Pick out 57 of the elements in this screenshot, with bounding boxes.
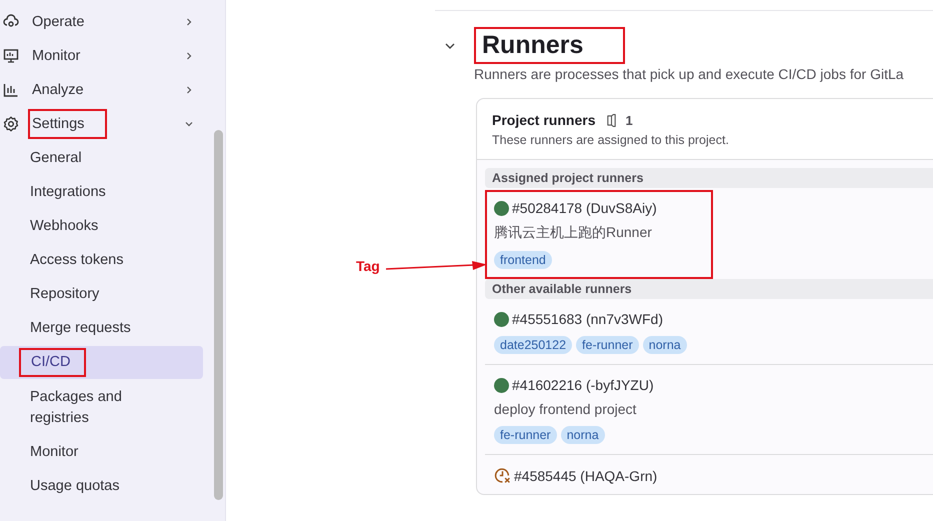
group-header: Other available runners (485, 279, 933, 299)
group-header: Assigned project runners (485, 168, 933, 188)
nav-label: Monitor (31, 47, 82, 66)
nav-subitem[interactable]: Access tokens (0, 243, 203, 277)
runner-name[interactable]: #50284178 (DuvS8Aiy) (512, 200, 657, 216)
nav-label: Integrations (29, 183, 107, 202)
runner-name[interactable]: #41602216 (-byfJYZU) (512, 377, 654, 393)
nav-label: Webhooks (29, 217, 100, 236)
nav-label: Access tokens (29, 251, 124, 270)
nav-label: Merge requests (29, 319, 132, 338)
nav-subitem[interactable]: General (0, 141, 203, 175)
nav-label: Repository (29, 285, 100, 304)
settings-icon (3, 116, 19, 132)
card-subtitle: These runners are assigned to this project. (492, 133, 730, 147)
tag-badge: fe-runner (494, 426, 557, 444)
nav-subitem[interactable]: Usage quotas (0, 469, 203, 503)
tag-badge: date250122 (494, 336, 572, 354)
section-title: Runners (474, 27, 626, 64)
chart-icon (3, 82, 19, 98)
nav-subitem[interactable]: Packages and registries (0, 380, 203, 435)
nav-subitem[interactable]: Repository (0, 277, 203, 311)
tag-badge: frontend (494, 251, 552, 269)
nav-subitem[interactable]: Integrations (0, 175, 203, 209)
nav-item[interactable]: Monitor (0, 39, 206, 73)
runner-count: 1 (625, 112, 633, 128)
nav-subitem[interactable]: Monitor (0, 435, 203, 469)
runner-description: deploy frontend project (494, 401, 638, 417)
nav-label: Monitor (29, 443, 80, 462)
nav-label: Usage quotas (29, 477, 120, 496)
chevron-right-icon (184, 85, 194, 95)
nav-label: Settings (28, 109, 107, 139)
section-description: Runners are processes that pick up and execute CI/CD jobs for GitLa (474, 66, 905, 82)
tag-badge: fe-runner (576, 336, 639, 354)
nav-label: Analyze (31, 81, 85, 100)
nav-label: CI/CD (19, 348, 86, 377)
nav-label: Packages and registries (29, 388, 123, 428)
tag-badge: norna (560, 426, 605, 444)
nav-label: Operate (31, 13, 86, 32)
tag-badge: norna (642, 336, 687, 354)
chevron-down-icon (184, 119, 194, 129)
nav-item[interactable]: Operate (0, 5, 206, 39)
chevron-right-icon (184, 17, 194, 27)
callout-label: Tag (356, 258, 380, 274)
runner-name[interactable]: #4585445 (HAQA-Grn) (514, 468, 658, 484)
runner-icon (606, 112, 618, 128)
monitor-icon (3, 48, 19, 64)
nav-subitem[interactable]: Merge requests (0, 311, 203, 345)
card-title: Project runners (492, 112, 596, 128)
nav-item[interactable]: Analyze (0, 73, 206, 107)
scrollbar[interactable] (214, 130, 223, 500)
nav-subitem[interactable]: CI/CD (0, 346, 203, 379)
nav-label: General (29, 149, 83, 168)
nav-item[interactable]: Settings (0, 107, 206, 141)
runner-name[interactable]: #45551683 (nn7v3WFd) (512, 311, 663, 327)
runner-description: 腾讯云主机上跑的Runner (494, 224, 653, 242)
nav-subitem[interactable]: Webhooks (0, 209, 203, 243)
chevron-right-icon (184, 51, 194, 61)
